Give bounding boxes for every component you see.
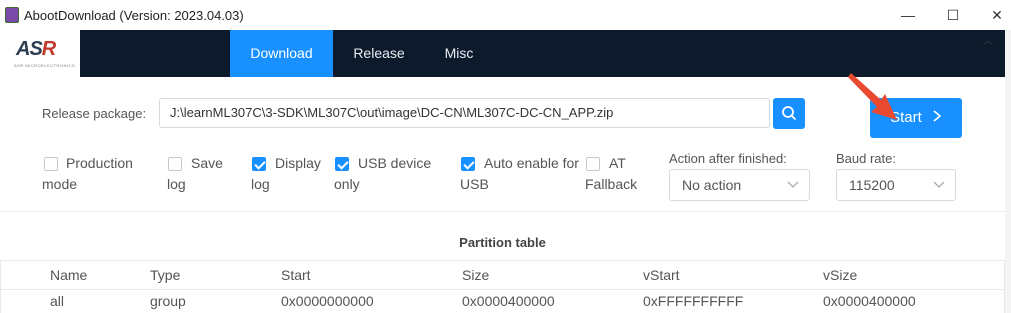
tab-download[interactable]: Download: [230, 30, 333, 77]
app-icon: [5, 7, 19, 23]
release-package-input[interactable]: J:\learnML307C\3-SDK\ML307C\out\image\DC…: [159, 98, 770, 128]
tab-misc[interactable]: Misc: [430, 30, 488, 77]
partition-table-title: Partition table: [459, 235, 546, 250]
auto-enable-usb-option: Auto enable for USB: [460, 153, 579, 195]
save-log-option: Save log: [167, 153, 223, 195]
window-title: AbootDownload (Version: 2023.04.03): [24, 8, 244, 23]
row-vstart: 0xFFFFFFFFFF: [643, 293, 744, 309]
at-fallback-option: AT Fallback: [585, 153, 637, 195]
chevron-right-icon: [932, 98, 942, 138]
maximize-button[interactable]: ☐: [943, 6, 963, 24]
logo: ASR ASR MICROELECTRONICS: [0, 30, 80, 77]
vertical-scrollbar[interactable]: [1005, 30, 1011, 313]
minimize-button[interactable]: —: [898, 6, 918, 24]
release-package-label: Release package:: [42, 106, 147, 121]
column-header-start[interactable]: Start: [281, 267, 311, 283]
logo-letter-r: R: [41, 38, 56, 60]
display-log-label-line2: log: [251, 176, 270, 192]
close-button[interactable]: ✕: [987, 6, 1007, 24]
logo-letters: AS: [16, 38, 43, 60]
auto-enable-usb-label-line1: Auto enable for: [484, 155, 579, 171]
display-log-label-line1: Display: [275, 155, 321, 171]
baud-rate-select[interactable]: 115200: [836, 169, 956, 201]
chevron-down-icon: [787, 181, 799, 188]
column-header-name[interactable]: Name: [50, 267, 87, 283]
column-header-vsize[interactable]: vSize: [823, 267, 857, 283]
production-mode-label-line1: Production: [66, 155, 133, 171]
column-header-vstart[interactable]: vStart: [643, 267, 680, 283]
action-after-select[interactable]: No action: [669, 169, 810, 201]
column-header-size[interactable]: Size: [462, 267, 489, 283]
save-log-label-line1: Save: [191, 155, 223, 171]
search-icon: [782, 106, 796, 120]
save-log-label-line2: log: [167, 176, 186, 192]
browse-button[interactable]: [773, 98, 805, 129]
display-log-option: Display log: [251, 153, 321, 195]
row-size: 0x0000400000: [462, 293, 555, 309]
baud-rate-value: 115200: [849, 177, 895, 193]
action-after-label: Action after finished:: [669, 151, 787, 166]
auto-enable-usb-label-line2: USB: [460, 176, 489, 192]
at-fallback-label-line1: AT: [609, 155, 626, 171]
usb-device-only-label-line2: only: [334, 176, 360, 192]
at-fallback-label-line2: Fallback: [585, 176, 638, 192]
usb-device-only-label-line1: USB device: [358, 155, 432, 171]
logo-mark: ASR: [16, 38, 56, 61]
chevron-down-icon: [933, 181, 945, 188]
partition-table: Name Type Start Size vStart vSize all gr…: [0, 260, 1005, 313]
row-type: group: [150, 293, 186, 309]
section-divider: [0, 211, 1005, 212]
row-vsize: 0x0000400000: [823, 293, 916, 309]
action-after-value: No action: [682, 177, 742, 193]
logo-subtitle: ASR MICROELECTRONICS: [14, 63, 76, 68]
production-mode-option: Production mode: [42, 153, 133, 195]
production-mode-label-line2: mode: [42, 176, 78, 192]
collapse-icon[interactable]: ︿: [983, 32, 993, 47]
usb-device-only-option: USB device only: [334, 153, 431, 195]
tab-release[interactable]: Release: [340, 30, 418, 77]
baud-rate-label: Baud rate:: [836, 151, 896, 166]
table-header: Name Type Start Size vStart vSize: [1, 261, 1004, 290]
row-name: all: [50, 293, 65, 309]
red-arrow-annotation: [848, 73, 897, 120]
row-start: 0x0000000000: [281, 293, 374, 309]
title-bar: AbootDownload (Version: 2023.04.03) — ☐ …: [0, 0, 1011, 31]
column-header-type[interactable]: Type: [150, 267, 180, 283]
